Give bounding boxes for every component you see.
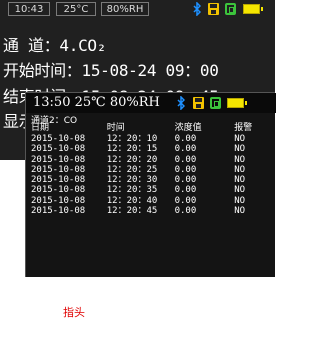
print-option-qualified[interactable]: 合格	[202, 304, 224, 320]
print-option-single[interactable]: 单条	[99, 304, 121, 320]
battery-icon	[243, 4, 263, 14]
front-status-humidity: 80%RH	[109, 95, 160, 110]
print-option-finger[interactable]: 指头	[62, 304, 86, 320]
table-row: 2015-10-08 12：20：10 0.00 NO	[26, 134, 274, 144]
front-status-temperature: 25℃	[74, 95, 106, 110]
row-alarm: NO	[234, 134, 246, 144]
row-alarm: NO	[234, 185, 246, 196]
row-date: 2015-10-08	[31, 195, 86, 206]
row-date: 2015-10-08	[31, 185, 86, 196]
row-time: 12：20：20	[106, 154, 158, 165]
column-header-concentration: 浓度值	[174, 123, 202, 133]
row-concentration: 0.00	[174, 175, 197, 186]
row-date: 2015-10-08	[31, 154, 86, 165]
usb-icon	[210, 97, 221, 109]
print-label: 打印：	[30, 306, 63, 319]
table-row: 2015-10-08 12：20：15 0.00 NO	[26, 144, 274, 154]
back-status-temperature: 25°C	[56, 2, 96, 16]
table-row: 2015-10-08 12：20：35 0.00 NO	[26, 185, 274, 195]
print-option-bar: 打印： 指头 单条 本页 全部 合格 不合格	[26, 301, 276, 321]
row-date: 2015-10-08	[31, 144, 86, 155]
page-indicator: 1/58	[240, 327, 269, 341]
back-status-bar: 10:43 25°C 80%RH	[0, 0, 275, 18]
back-status-time: 10:43	[8, 2, 50, 16]
row-date: 2015-10-08	[31, 134, 86, 144]
save-icon	[208, 3, 219, 15]
front-status-time: 13:50	[33, 95, 71, 110]
records-table: 日期 时间 浓度值 报警 2015-10-08 12：20：10 0.00 NO…	[26, 123, 274, 216]
row-alarm: NO	[234, 206, 246, 217]
row-alarm: NO	[234, 144, 246, 155]
bluetooth-icon	[193, 2, 201, 16]
table-row: 2015-10-08 12：20：30 0.00 NO	[26, 175, 274, 185]
row-time: 12：20：25	[106, 164, 158, 175]
bluetooth-icon	[177, 96, 185, 110]
row-time: 12：20：35	[106, 185, 158, 196]
usb-icon	[225, 3, 236, 15]
front-status-text: 13:50 25℃ 80%RH	[33, 95, 160, 110]
back-start-time-line: 开始时间：15-08-24 09：00	[3, 61, 219, 80]
back-status-humidity: 80%RH	[101, 2, 149, 16]
table-row: 2015-10-08 12：20：20 0.00 NO	[26, 155, 274, 165]
print-option-page[interactable]: 本页	[133, 304, 155, 320]
print-option-unqualified[interactable]: 不合格	[235, 304, 268, 320]
row-concentration: 0.00	[174, 206, 197, 217]
print-option-all[interactable]: 全部	[168, 304, 190, 320]
row-date: 2015-10-08	[31, 175, 86, 186]
row-time: 12：20：45	[106, 206, 158, 217]
row-concentration: 0.00	[174, 195, 197, 206]
row-concentration: 0.00	[174, 154, 197, 165]
column-header-date: 日期	[31, 123, 50, 133]
table-header-row: 日期 时间 浓度值 报警	[26, 123, 274, 134]
back-channel-line: 通 道：4.CO₂	[3, 36, 107, 55]
save-icon	[193, 97, 204, 109]
row-time: 12：20：15	[106, 144, 158, 155]
row-concentration: 0.00	[174, 134, 197, 144]
row-alarm: NO	[234, 164, 246, 175]
table-row: 2015-10-08 12：20：45 0.00 NO	[26, 206, 274, 216]
table-row: 2015-10-08 12：20：25 0.00 NO	[26, 165, 274, 175]
row-time: 12：20：30	[106, 175, 158, 186]
column-header-alarm: 报警	[234, 123, 253, 133]
row-concentration: 0.00	[174, 164, 197, 175]
table-row: 2015-10-08 12：20：40 0.00 NO	[26, 196, 274, 206]
row-date: 2015-10-08	[31, 206, 86, 217]
row-alarm: NO	[234, 175, 246, 186]
column-header-time: 时间	[106, 123, 125, 133]
battery-icon	[227, 98, 247, 108]
row-concentration: 0.00	[174, 144, 197, 155]
front-status-bar: 13:50 25℃ 80%RH	[26, 93, 276, 113]
row-alarm: NO	[234, 154, 246, 165]
front-screen: 13:50 25℃ 80%RH 通道2：CO 日期 时间 浓度值 报警 2015…	[25, 92, 276, 341]
row-concentration: 0.00	[174, 185, 197, 196]
row-time: 12：20：40	[106, 195, 158, 206]
row-date: 2015-10-08	[31, 164, 86, 175]
row-alarm: NO	[234, 195, 246, 206]
row-time: 12：20：10	[106, 134, 158, 144]
